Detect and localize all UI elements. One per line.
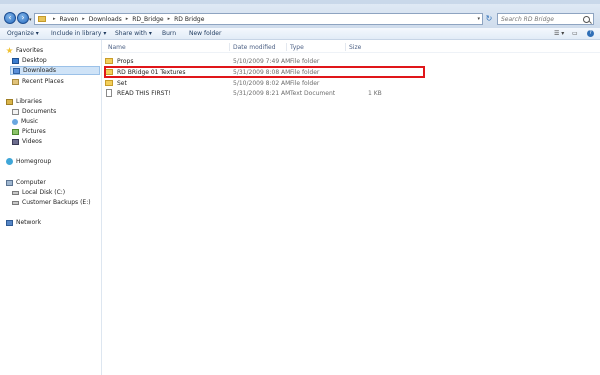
documents-icon: [12, 108, 19, 115]
nav-customer-backups[interactable]: Customer Backups (E:): [12, 198, 91, 207]
nav-label: Local Disk (C:): [22, 189, 66, 196]
search-icon[interactable]: [583, 16, 590, 23]
file-type: File folder: [290, 80, 320, 87]
file-date: 5/10/2009 8:02 AM: [233, 80, 291, 87]
nav-downloads[interactable]: Downloads: [10, 66, 100, 75]
column-divider[interactable]: [229, 43, 230, 51]
column-header-type[interactable]: Type: [290, 44, 304, 51]
folder-icon: [38, 16, 46, 22]
file-row[interactable]: Set 5/10/2009 8:02 AM File folder: [102, 79, 502, 88]
include-in-library-button[interactable]: Include in library ▾: [51, 30, 106, 38]
nav-label: Network: [16, 219, 42, 226]
file-date: 5/31/2009 8:21 AM: [233, 90, 291, 97]
column-divider[interactable]: [345, 43, 346, 51]
nav-desktop[interactable]: Desktop: [12, 56, 47, 65]
search-input[interactable]: [498, 14, 581, 24]
folder-icon: [105, 80, 113, 86]
nav-label: Customer Backups (E:): [22, 199, 91, 206]
homegroup-icon: [6, 158, 13, 165]
nav-recent-places[interactable]: Recent Places: [12, 77, 64, 86]
pictures-icon: [12, 128, 19, 135]
file-type: Text Document: [290, 90, 336, 97]
back-button[interactable]: ‹: [4, 12, 16, 24]
chevron-right-icon[interactable]: ▸: [82, 16, 85, 22]
chevron-right-icon[interactable]: ▸: [53, 16, 56, 22]
nav-pictures[interactable]: Pictures: [12, 127, 46, 136]
folder-icon: [105, 58, 113, 64]
help-icon[interactable]: ?: [587, 30, 594, 37]
downloads-icon: [13, 67, 20, 74]
nav-label: Music: [21, 118, 39, 125]
file-size: 1 KB: [368, 90, 382, 97]
nav-label: Recent Places: [22, 78, 64, 85]
nav-label: Desktop: [22, 57, 47, 64]
breadcrumb-rd-bridge-underscore[interactable]: RD_Bridge: [132, 16, 163, 23]
nav-label: Videos: [22, 138, 42, 145]
text-document-icon: [106, 89, 112, 97]
file-list-pane: Name Date modified Type Size Props 5/10/…: [102, 40, 600, 375]
command-bar: Organize ▾ Include in library ▾ Share wi…: [0, 28, 600, 40]
file-row[interactable]: READ THIS FIRST! 5/31/2009 8:21 AM Text …: [102, 89, 502, 98]
hard-disk-icon: [12, 190, 19, 195]
column-header-date-modified[interactable]: Date modified: [233, 44, 276, 51]
file-row[interactable]: Props 5/10/2009 7:49 AM File folder: [102, 57, 502, 66]
chevron-right-icon[interactable]: ▸: [126, 16, 129, 22]
breadcrumb[interactable]: ▸ Raven ▸ Downloads ▸ RD_Bridge ▸ RD Bri…: [34, 13, 483, 25]
chevron-right-icon[interactable]: ▸: [168, 16, 171, 22]
nav-label: Pictures: [22, 128, 46, 135]
burn-button[interactable]: Burn: [162, 30, 176, 38]
recent-pages-dropdown[interactable]: ▾: [29, 17, 32, 23]
nav-local-disk[interactable]: Local Disk (C:): [12, 188, 65, 197]
desktop-icon: [12, 57, 19, 64]
nav-favorites[interactable]: Favorites: [6, 46, 43, 55]
column-header-name[interactable]: Name: [108, 44, 126, 51]
file-date: 5/10/2009 7:49 AM: [233, 58, 291, 65]
search-box[interactable]: [497, 13, 594, 25]
nav-music[interactable]: Music: [12, 117, 38, 126]
nav-label: Favorites: [16, 47, 44, 54]
organize-button[interactable]: Organize ▾: [7, 30, 39, 38]
file-name: Set: [117, 80, 127, 87]
navigation-pane: Favorites Desktop Downloads Recent Place…: [0, 40, 102, 375]
change-view-icon[interactable]: ☰ ▾: [554, 30, 564, 37]
star-icon: [6, 47, 13, 54]
music-icon: [12, 118, 18, 125]
breadcrumb-rd-bridge[interactable]: RD Bridge: [174, 16, 204, 23]
column-header-size[interactable]: Size: [349, 44, 361, 51]
file-name: READ THIS FIRST!: [117, 90, 171, 97]
file-type: File folder: [290, 58, 320, 65]
nav-label: Downloads: [23, 67, 56, 74]
preview-pane-icon[interactable]: ▭: [572, 30, 578, 37]
nav-label: Documents: [22, 108, 57, 115]
file-name: Props: [117, 58, 134, 65]
nav-documents[interactable]: Documents: [12, 107, 56, 116]
computer-icon: [6, 179, 13, 186]
network-icon: [6, 219, 13, 226]
nav-libraries[interactable]: Libraries: [6, 97, 42, 106]
recent-places-icon: [12, 78, 19, 85]
breadcrumb-raven[interactable]: Raven: [60, 16, 79, 23]
breadcrumb-downloads[interactable]: Downloads: [89, 16, 122, 23]
column-divider[interactable]: [286, 43, 287, 51]
header-divider: [102, 52, 600, 53]
forward-button[interactable]: ›: [17, 12, 29, 24]
videos-icon: [12, 138, 19, 145]
nav-label: Computer: [16, 179, 46, 186]
hard-disk-icon: [12, 200, 19, 205]
nav-label: Homegroup: [16, 158, 52, 165]
libraries-icon: [6, 98, 13, 105]
nav-network[interactable]: Network: [6, 218, 41, 227]
nav-computer[interactable]: Computer: [6, 178, 46, 187]
address-history-dropdown-icon[interactable]: ▾: [477, 16, 480, 22]
nav-homegroup[interactable]: Homegroup: [6, 157, 51, 166]
new-folder-button[interactable]: New folder: [189, 30, 221, 38]
refresh-icon[interactable]: ↻: [484, 14, 494, 24]
address-bar-area: ‹ › ▾ ▸ Raven ▸ Downloads ▸ RD_Bridge ▸ …: [0, 4, 600, 28]
annotation-highlight-box: [104, 66, 425, 78]
share-with-button[interactable]: Share with ▾: [115, 30, 152, 38]
nav-label: Libraries: [16, 98, 42, 105]
nav-videos[interactable]: Videos: [12, 137, 42, 146]
